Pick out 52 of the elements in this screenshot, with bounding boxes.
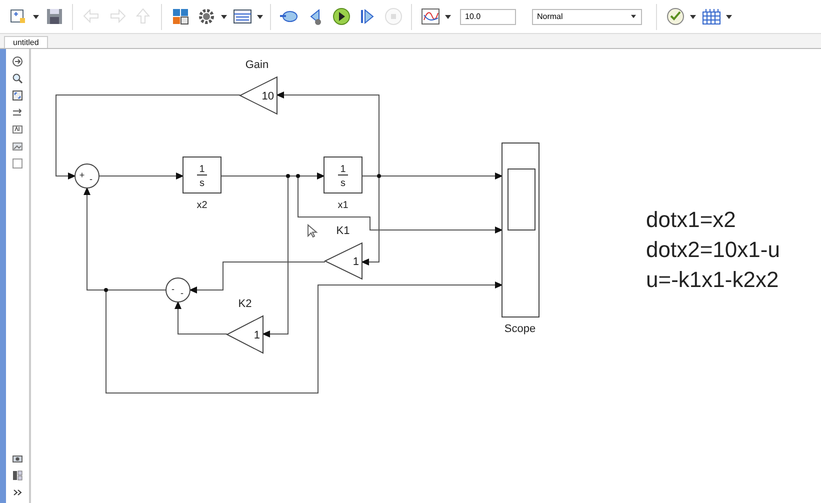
junction-dot [104, 288, 108, 292]
annotation-icon[interactable] [12, 124, 23, 135]
equation-text: dotx1=x2 [646, 207, 736, 232]
caret-icon[interactable] [32, 14, 40, 20]
gain-value: 1 [352, 256, 359, 268]
zoom-icon[interactable] [12, 73, 23, 84]
simulation-mode-dropdown[interactable]: Normal [532, 8, 642, 24]
block-label: x1 [338, 200, 348, 211]
sum-block [74, 164, 100, 188]
dropdown-caret-icon [630, 14, 637, 19]
caret-icon[interactable] [220, 14, 228, 20]
block-label: Gain [245, 59, 269, 71]
model-browser-icon[interactable] [12, 470, 23, 481]
numerator-text: 1 [340, 164, 346, 175]
arrows-icon[interactable] [12, 107, 23, 118]
junction-dot [377, 174, 381, 178]
image-icon[interactable] [12, 141, 23, 152]
caret-icon[interactable] [689, 14, 697, 20]
sign-text: - [172, 284, 174, 294]
gain-block [324, 242, 362, 280]
gain-block [238, 76, 278, 115]
sign-text: - [90, 174, 92, 184]
gain-value: 10 [262, 90, 274, 102]
caret-icon[interactable] [725, 14, 733, 20]
stop-time-field[interactable]: 10.0 [460, 8, 516, 24]
block-label: K2 [238, 298, 252, 310]
hide-arrow-icon[interactable] [12, 56, 23, 67]
numerator-text: 1 [199, 164, 205, 175]
denominator-text: s [200, 178, 204, 189]
block-label: Scope [504, 323, 536, 335]
junction-dot [296, 174, 300, 178]
block-label: K1 [336, 225, 350, 237]
caret-icon[interactable] [444, 14, 452, 20]
sign-text: + [79, 170, 85, 180]
scope-screen [508, 168, 536, 230]
denominator-text: s [340, 178, 346, 189]
gain-block [226, 315, 264, 354]
equation-text: dotx2=10x1-u [646, 237, 780, 262]
sign-text: - [180, 288, 184, 298]
integrator-block [182, 156, 222, 194]
caret-icon[interactable] [256, 14, 264, 20]
equation-text: u=-k1x1-k2x2 [646, 267, 779, 292]
sum-block [166, 278, 190, 302]
double-chevron-icon[interactable] [12, 487, 23, 498]
model-tab[interactable]: untitled [4, 36, 48, 48]
block-label: x2 [196, 200, 208, 211]
integrator-block [324, 156, 362, 194]
fit-view-icon[interactable] [12, 90, 23, 101]
camera-icon[interactable] [12, 453, 23, 464]
gain-value: 1 [254, 330, 260, 342]
junction-dot [286, 174, 290, 178]
cursor-icon [308, 224, 318, 238]
